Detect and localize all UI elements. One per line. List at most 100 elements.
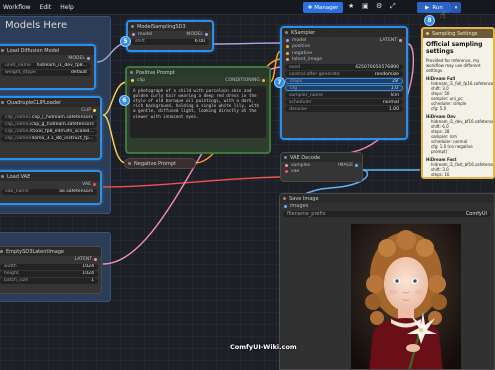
star-icon[interactable]: ★ (348, 2, 354, 10)
input-dot[interactable] (131, 78, 134, 82)
output-label: MODEL (186, 31, 203, 37)
input-dot[interactable] (286, 38, 289, 42)
widget-value: llama_3.1_8b_instruct_fp... (31, 136, 93, 141)
widget-label: sampler_name (289, 92, 323, 98)
widget-value: lcm (390, 92, 399, 98)
load-vae-node[interactable]: Load VAE VAE vae_name ae.safetensors (0, 170, 102, 205)
control-after-generate-widget[interactable]: control after generate randomize (285, 71, 403, 77)
model-output-slot[interactable]: MODEL (0, 55, 94, 62)
node-title: KSampler (282, 28, 406, 37)
quadruple-clip-loader-node[interactable]: QuadrupleCLIPLoader CLIP clip_name1 clip… (0, 96, 102, 160)
sampler-name-widget[interactable]: sampler_name lcm (285, 92, 403, 98)
output-dot[interactable] (94, 257, 97, 261)
output-dot[interactable] (399, 38, 402, 42)
vae-decode-node[interactable]: VAE Decode samples IMAGE vae (280, 152, 363, 182)
output-dot[interactable] (262, 78, 265, 82)
input-dot[interactable] (286, 58, 289, 62)
sampling-settings-note[interactable]: Sampling Settings Official sampling sett… (421, 27, 495, 179)
node-title: Load Diffusion Model (0, 46, 94, 55)
output-dot[interactable] (93, 108, 96, 112)
portrait-image (351, 224, 461, 369)
note-item: cfg: 5.0 (431, 106, 447, 111)
model-sampling-sd3-node[interactable]: ModelSamplingSD3 model MODEL shift 6.00 (126, 20, 214, 52)
input-dot[interactable] (284, 204, 287, 208)
shift-widget[interactable]: shift 6.00 (131, 38, 209, 45)
settings-icon[interactable]: ⚙ (376, 2, 382, 10)
manager-button[interactable]: ✚ Manager (303, 2, 343, 13)
cfg-widget[interactable]: cfg 1.0 (285, 85, 403, 91)
input-dot[interactable] (285, 163, 288, 167)
note-item: steps: 16 (431, 172, 450, 177)
clip-io-slot[interactable]: clip CONDITIONING (127, 77, 269, 84)
input-dot[interactable] (132, 32, 135, 36)
vae-input-slot[interactable]: vae (281, 169, 362, 176)
output-dot[interactable] (87, 56, 90, 60)
widget-label: cfg (290, 85, 298, 91)
watermark: ComfyUI-Wiki.com (230, 343, 297, 351)
gallery-icon[interactable]: ▣ (362, 2, 369, 10)
empty-sd3-latent-image-node[interactable]: EmptySD3LatentImage LATENT width 1024 he… (0, 246, 102, 294)
input-label: model (138, 31, 153, 37)
output-label: MODEL (68, 55, 85, 61)
width-widget[interactable]: width 1024 (0, 263, 98, 270)
clip-name3-widget[interactable]: clip_name3 t5xxl_fp8_e4m3fn_scaled... (1, 128, 97, 135)
negative-prompt-node[interactable]: Negative Prompt (124, 158, 196, 169)
clip-name1-widget[interactable]: clip_name1 clip_l_hidream.safetensors (1, 114, 97, 121)
clip-name2-widget[interactable]: clip_name2 clip_g_hidream.safetensors (1, 121, 97, 128)
note-title: Sampling Settings (423, 29, 493, 38)
generated-image-preview[interactable] (351, 224, 461, 369)
expand-icon[interactable]: ⤢ (390, 2, 396, 11)
unet-name-widget[interactable]: unet_name hidream_i1_dev_fp8... (1, 62, 91, 69)
widget-label: width (4, 264, 17, 269)
widget-value: ae.safetensors (59, 189, 93, 194)
weight-dtype-widget[interactable]: weight_dtype default (1, 69, 91, 76)
clip-name4-widget[interactable]: clip_name4 llama_3.1_8b_instruct_fp... (1, 135, 97, 142)
latent-input-slot[interactable]: latent_image (282, 57, 406, 64)
scheduler-widget[interactable]: scheduler normal (285, 99, 403, 105)
run-options-dropdown[interactable]: ▾ (451, 2, 461, 13)
positive-prompt-node[interactable]: Positive Prompt clip CONDITIONING A phot… (125, 66, 271, 154)
widget-label: filename_prefix (287, 210, 326, 217)
node-title: QuadrupleCLIPLoader (0, 98, 100, 107)
widget-label: unet_name (5, 63, 31, 68)
images-input-slot[interactable]: images (280, 203, 494, 210)
manager-label: Manager (314, 4, 339, 11)
note-body[interactable]: Official sampling settings Provided for … (423, 38, 493, 177)
widget-label: clip_name1 (5, 115, 32, 120)
clip-output-slot[interactable]: CLIP (0, 107, 100, 114)
latent-output-slot[interactable]: LATENT (0, 256, 101, 263)
widget-value: clip_l_hidream.safetensors (31, 115, 93, 120)
step-badge-8: 8 (424, 15, 435, 26)
output-dot[interactable] (93, 182, 96, 186)
filename-prefix-widget[interactable]: filename_prefix ComfyUI (283, 210, 491, 217)
menu-workflow[interactable]: Workflow (3, 4, 31, 11)
prompt-textarea[interactable]: A photograph of a child with porcelain s… (130, 85, 266, 138)
input-dot[interactable] (286, 45, 289, 49)
widget-label: height (4, 271, 19, 276)
height-widget[interactable]: height 1024 (0, 270, 98, 277)
widget-value: ComfyUI (465, 210, 487, 217)
menu-help[interactable]: Help (60, 4, 74, 11)
load-diffusion-model-node[interactable]: Load Diffusion Model MODEL unet_name hid… (0, 44, 96, 90)
menu-edit[interactable]: Edit (40, 4, 52, 11)
denoise-widget[interactable]: denoise 1.00 (285, 106, 403, 112)
pointer-hand-icon: ☝ (440, 11, 446, 21)
widget-label: batch_size (4, 278, 29, 283)
model-io-slot[interactable]: model MODEL (128, 31, 212, 38)
widget-value: 1.00 (388, 106, 399, 112)
output-dot[interactable] (205, 32, 208, 36)
vae-name-widget[interactable]: vae_name ae.safetensors (1, 188, 97, 195)
seed-widget[interactable]: seed 425070050576890 (285, 64, 403, 70)
input-dot[interactable] (285, 170, 288, 174)
vae-output-slot[interactable]: VAE (0, 181, 100, 188)
output-dot[interactable] (355, 163, 358, 167)
input-dot[interactable] (286, 51, 289, 55)
ksampler-node[interactable]: KSampler model LATENT positive negative … (280, 26, 408, 140)
batch-size-widget[interactable]: batch_size 1 (0, 277, 98, 284)
run-button[interactable]: ▶ Run (417, 2, 451, 13)
chevron-down-icon: ▾ (454, 4, 458, 11)
save-image-node[interactable]: Save Image images filename_prefix ComfyU… (279, 193, 495, 370)
steps-widget[interactable]: steps 28 (285, 78, 403, 84)
output-label: LATENT (379, 37, 397, 43)
run-label: Run (432, 4, 443, 11)
